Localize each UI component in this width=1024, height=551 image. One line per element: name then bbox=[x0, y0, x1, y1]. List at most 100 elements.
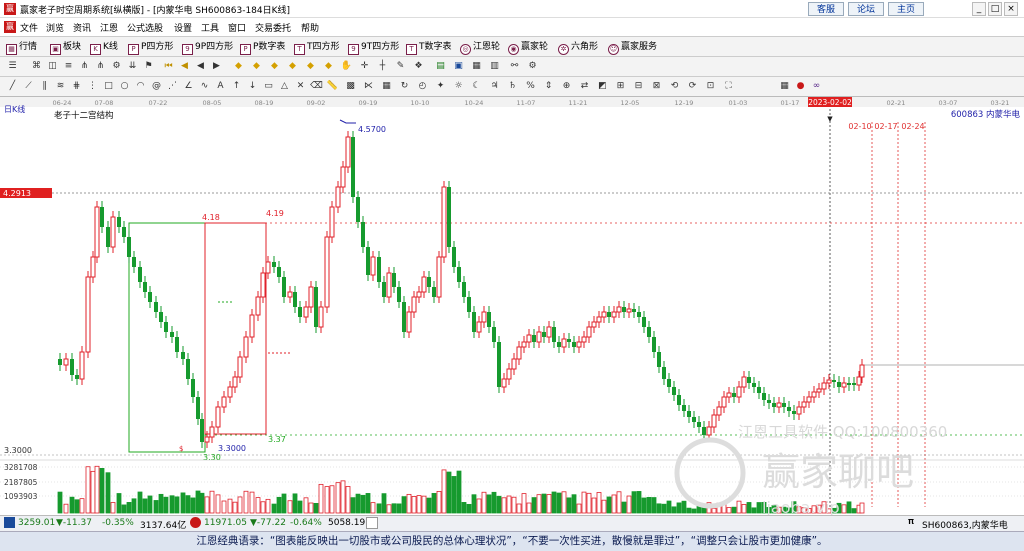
hexagon-button[interactable]: ✲ 六角形 bbox=[558, 40, 598, 55]
arrow-up-icon[interactable]: ↑ bbox=[230, 80, 243, 93]
wave-icon[interactable]: ∿ bbox=[198, 80, 211, 93]
crosshair-icon[interactable]: ✛ bbox=[358, 60, 371, 73]
ruler-icon[interactable]: 📏 bbox=[326, 80, 339, 93]
menu-tools[interactable]: 工具 bbox=[201, 21, 219, 34]
parallel-icon[interactable]: ∥ bbox=[38, 80, 51, 93]
planet-2-icon[interactable]: ♄ bbox=[506, 80, 519, 93]
first-page-icon[interactable]: ⏮ bbox=[162, 60, 175, 73]
history-icon[interactable]: ⟲ bbox=[668, 80, 681, 93]
percent-icon[interactable]: % bbox=[524, 80, 537, 93]
kline-chart-panel[interactable]: 06-24 07-08 07-22 08-05 08-19 09-02 09-19 10-10… bbox=[0, 97, 1024, 517]
indicator-icon[interactable]: ⊞ bbox=[614, 80, 627, 93]
grid-view-icon[interactable]: ▦ bbox=[470, 60, 483, 73]
star-icon[interactable]: ✦ bbox=[434, 80, 447, 93]
fib-icon[interactable]: ⋕ bbox=[70, 80, 83, 93]
sectors-button[interactable]: ▣ 板块 bbox=[50, 40, 81, 55]
spiral-icon[interactable]: @ bbox=[150, 80, 163, 93]
diamond-tool-6-icon[interactable]: ◆ bbox=[322, 60, 335, 73]
hand-tool-icon[interactable]: ✋ bbox=[340, 60, 353, 73]
menu-formula[interactable]: 公式选股 bbox=[127, 21, 163, 34]
circle-icon[interactable]: ○ bbox=[118, 80, 131, 93]
prev-page-icon[interactable]: ◀ bbox=[178, 60, 191, 73]
sz-index-value[interactable]: 11971.05 bbox=[204, 518, 247, 528]
diamond-tool-1-icon[interactable]: ◆ bbox=[232, 60, 245, 73]
home-link[interactable]: 主页 bbox=[888, 2, 924, 16]
channel-icon[interactable]: ≋ bbox=[54, 80, 67, 93]
link-tool-icon[interactable]: ⚯ bbox=[508, 60, 521, 73]
cycle-icon[interactable]: ↻ bbox=[398, 80, 411, 93]
redo-icon[interactable]: ⟳ bbox=[686, 80, 699, 93]
settings-tool-icon[interactable]: ⚙ bbox=[526, 60, 539, 73]
diamond-tool-5-icon[interactable]: ◆ bbox=[304, 60, 317, 73]
fork-dual-tool-icon[interactable]: ⋔ bbox=[94, 60, 107, 73]
diamond-tool-4-icon[interactable]: ◆ bbox=[286, 60, 299, 73]
t-table-button[interactable]: T T数字表 bbox=[406, 40, 452, 55]
arrow-down-icon[interactable]: ↓ bbox=[246, 80, 259, 93]
quotes-button[interactable]: ▦ 行情 bbox=[6, 40, 37, 55]
planet-icon[interactable]: ♃ bbox=[488, 80, 501, 93]
calc-tool-icon[interactable]: ▤ bbox=[434, 60, 447, 73]
save-icon[interactable]: ▣ bbox=[452, 60, 465, 73]
back-icon[interactable]: ◀ bbox=[194, 60, 207, 73]
menu-window[interactable]: 窗口 bbox=[228, 21, 246, 34]
angle-icon[interactable]: ∠ bbox=[182, 80, 195, 93]
delete-icon[interactable]: ⌫ bbox=[310, 80, 323, 93]
menu-help[interactable]: 帮助 bbox=[301, 21, 319, 34]
9t-square-button[interactable]: 9 9T四方形 bbox=[348, 40, 399, 55]
winner-wheel-button[interactable]: ◉ 赢家轮 bbox=[508, 40, 548, 55]
vertical-line-icon[interactable]: ┼ bbox=[376, 60, 389, 73]
split-tool-icon[interactable]: ⇊ bbox=[126, 60, 139, 73]
text-tool-icon[interactable]: A bbox=[214, 80, 227, 93]
menu-file[interactable]: 文件 bbox=[20, 21, 38, 34]
bracket-tool-icon[interactable]: ◫ bbox=[46, 60, 59, 73]
fan-icon[interactable]: ⋰ bbox=[166, 80, 179, 93]
maximize-button[interactable]: □ bbox=[988, 2, 1002, 16]
menu-app-icon[interactable]: 赢 bbox=[4, 21, 16, 33]
template-icon[interactable]: ⊠ bbox=[650, 80, 663, 93]
ray-icon[interactable]: ⟋ bbox=[22, 80, 35, 93]
infinity-icon[interactable]: ∞ bbox=[810, 80, 823, 93]
lines-tool-icon[interactable]: ≡ bbox=[62, 60, 75, 73]
moon-icon[interactable]: ☾ bbox=[470, 80, 483, 93]
sh-index-value[interactable]: 3259.01 bbox=[18, 518, 55, 528]
window-grid-icon[interactable]: ▦ bbox=[778, 80, 791, 93]
gann-fan-icon[interactable]: ⋉ bbox=[362, 80, 375, 93]
menu-settings[interactable]: 设置 bbox=[174, 21, 192, 34]
gann-wheel-button[interactable]: ◎ 江恩轮 bbox=[460, 40, 500, 55]
time-icon[interactable]: ◴ bbox=[416, 80, 429, 93]
layout-icon[interactable]: ⊡ bbox=[704, 80, 717, 93]
cross-icon[interactable]: ✕ bbox=[294, 80, 307, 93]
service-button[interactable]: ☺ 赢家服务 bbox=[608, 40, 657, 55]
cursor-tool-icon[interactable]: ☰ bbox=[6, 60, 19, 73]
forum-link[interactable]: 论坛 bbox=[848, 2, 884, 16]
gann-grid-icon[interactable]: ▦ bbox=[380, 80, 393, 93]
diamond-tool-3-icon[interactable]: ◆ bbox=[268, 60, 281, 73]
gann-box-icon[interactable]: ▩ bbox=[344, 80, 357, 93]
tag-tool-icon[interactable]: ❖ bbox=[412, 60, 425, 73]
compare-icon[interactable]: ⇄ bbox=[578, 80, 591, 93]
menu-browse[interactable]: 浏览 bbox=[46, 21, 64, 34]
gear-tool-icon[interactable]: ⚙ bbox=[110, 60, 123, 73]
period-icon[interactable]: ⋮ bbox=[86, 80, 99, 93]
menu-news[interactable]: 资讯 bbox=[73, 21, 91, 34]
sun-icon[interactable]: ☼ bbox=[452, 80, 465, 93]
lock-icon[interactable]: ⊟ bbox=[632, 80, 645, 93]
draw-line-icon[interactable]: ╱ bbox=[6, 80, 19, 93]
diamond-tool-2-icon[interactable]: ◆ bbox=[250, 60, 263, 73]
chart-scale-icon[interactable]: ⇕ bbox=[542, 80, 555, 93]
triangle-icon[interactable]: △ bbox=[278, 80, 291, 93]
overlay-icon[interactable]: ◩ bbox=[596, 80, 609, 93]
fork-tool-icon[interactable]: ⋔ bbox=[78, 60, 91, 73]
forward-icon[interactable]: ▶ bbox=[210, 60, 223, 73]
zoom-icon[interactable]: ⊕ bbox=[560, 80, 573, 93]
arc-icon[interactable]: ◠ bbox=[134, 80, 147, 93]
square-icon[interactable]: ▭ bbox=[262, 80, 275, 93]
customer-service-link[interactable]: 客服 bbox=[808, 2, 844, 16]
print-icon[interactable]: ▥ bbox=[488, 60, 501, 73]
kline-chart[interactable]: 06-24 07-08 07-22 08-05 08-19 09-02 09-19 10-10… bbox=[0, 97, 1024, 517]
t-square-button[interactable]: T T四方形 bbox=[294, 40, 340, 55]
p-table-button[interactable]: P P数字表 bbox=[240, 40, 285, 55]
box-icon[interactable]: □ bbox=[102, 80, 115, 93]
kline-button[interactable]: K K线 bbox=[90, 40, 118, 55]
pattern-tool-icon[interactable]: ⌘ bbox=[30, 60, 43, 73]
